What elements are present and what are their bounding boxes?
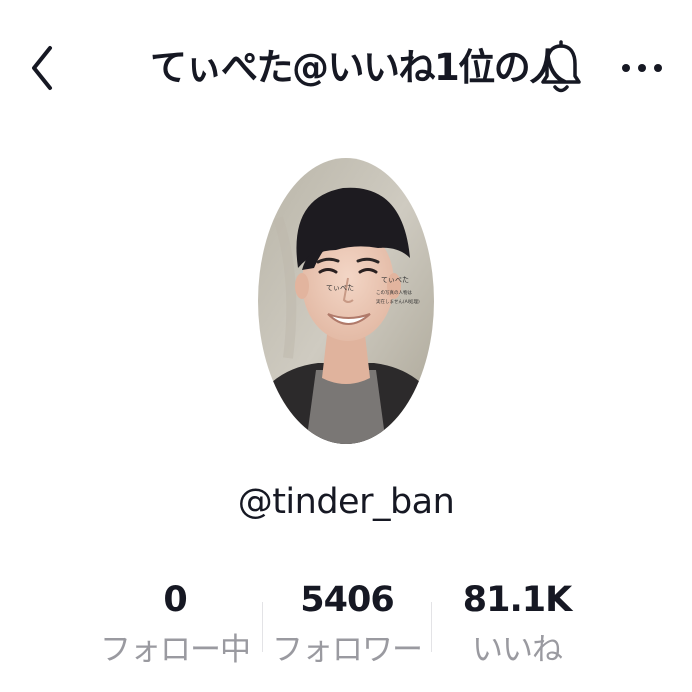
avatar-overlay-text-2: てぃぺた [381,276,409,284]
more-dots-icon [622,64,662,72]
bell-icon [541,40,581,93]
stat-followers-value: 5406 [300,580,394,620]
profile-stats: 0 フォロー中 5406 フォロワー 81.1K いいね [90,572,610,682]
more-options-button[interactable] [614,48,670,88]
profile-page: てぃぺた@いいね1位の人 てぃぺた てぃぺた この写真の人物は 実在しません(A… [0,0,692,692]
avatar-overlay-text-4: 実在しません(AI処理) [376,298,420,305]
chevron-left-icon [32,46,52,90]
stat-likes-value: 81.1K [462,580,572,620]
stat-following-value: 0 [163,580,187,620]
stat-followers-label: フォロワー [272,632,423,668]
page-title: てぃぺた@いいね1位の人 [150,46,566,89]
notification-bell-button[interactable] [538,40,584,98]
username: @tinder_ban [237,482,455,522]
avatar-overlay-text-3: この写真の人物は [376,289,412,296]
stat-followers[interactable]: 5406 フォロワー [262,572,432,682]
stat-following[interactable]: 0 フォロー中 [90,572,260,682]
back-button[interactable] [26,36,60,100]
avatar-image: てぃぺた てぃぺた この写真の人物は 実在しません(AI処理) [258,158,434,444]
stat-following-label: フォロー中 [100,632,251,668]
stat-likes-label: いいね [472,632,563,668]
stat-likes[interactable]: 81.1K いいね [432,572,602,682]
avatar-overlay-text-1: てぃぺた [326,284,354,292]
avatar[interactable]: てぃぺた てぃぺた この写真の人物は 実在しません(AI処理) [258,158,434,444]
